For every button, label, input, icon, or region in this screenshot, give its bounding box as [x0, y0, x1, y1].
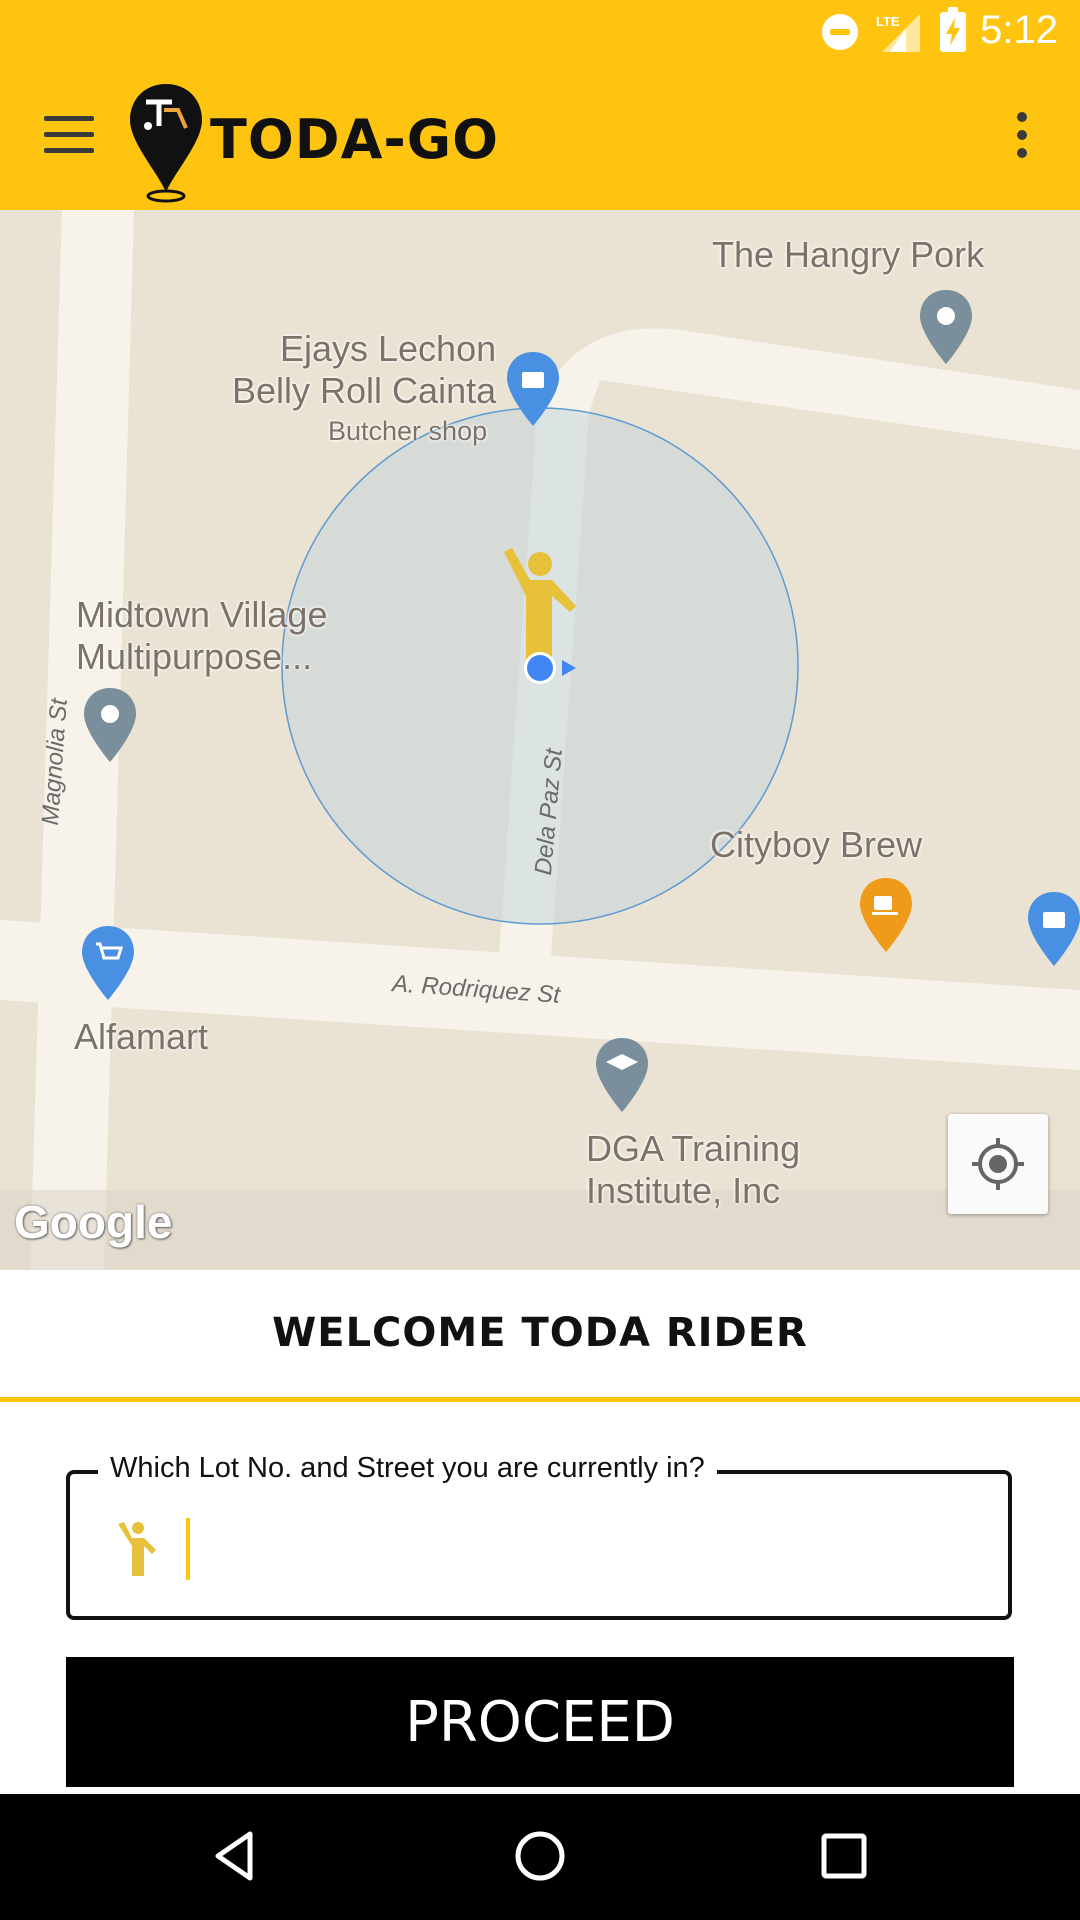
app-bar: LTE 5:12 TODA-GO — [0, 0, 1080, 210]
battery-charging-icon — [940, 7, 966, 52]
welcome-title: WELCOME TODA RIDER — [272, 1310, 808, 1356]
place-pin-icon[interactable] — [918, 288, 974, 368]
shopping-bag-pin-icon[interactable] — [505, 350, 561, 430]
status-time: 5:12 — [980, 8, 1058, 52]
lte-signal-icon: LTE — [876, 14, 920, 52]
divider — [0, 1397, 1080, 1402]
cafe-pin-icon[interactable] — [858, 876, 914, 956]
my-location-icon — [972, 1138, 1024, 1190]
system-nav-bar — [0, 1794, 1080, 1920]
back-icon[interactable] — [206, 1826, 266, 1886]
more-vert-icon[interactable] — [1012, 112, 1032, 162]
do-not-disturb-icon — [822, 14, 858, 50]
hamburger-icon[interactable] — [44, 116, 98, 156]
app-brand: TODA-GO — [210, 108, 499, 171]
cart-pin-icon[interactable] — [80, 924, 136, 1004]
rider-icon — [118, 1522, 156, 1576]
svg-text:LTE: LTE — [876, 14, 900, 29]
place-category-label: Butcher shop — [328, 416, 488, 446]
place-pin-icon[interactable] — [82, 686, 138, 766]
map-view[interactable]: The Hangry Pork Ejays Lechon Belly Roll … — [0, 210, 1080, 1270]
my-location-button[interactable] — [948, 1114, 1048, 1214]
status-bar: LTE 5:12 — [0, 0, 1080, 63]
place-label: Midtown Village Multipurpose... — [76, 594, 328, 677]
current-location-icon — [524, 652, 576, 684]
location-input-field[interactable]: Which Lot No. and Street you are current… — [66, 1452, 1012, 1620]
recents-icon[interactable] — [814, 1826, 874, 1886]
place-label: DGA Training Institute, Inc — [586, 1128, 801, 1211]
google-attribution: Google — [14, 1196, 173, 1248]
school-pin-icon[interactable] — [594, 1036, 650, 1116]
home-icon[interactable] — [510, 1826, 570, 1886]
location-input-label: Which Lot No. and Street you are current… — [98, 1452, 717, 1485]
proceed-button[interactable]: PROCEED — [66, 1657, 1014, 1787]
welcome-panel: WELCOME TODA RIDER — [0, 1270, 1080, 1400]
place-label: Alfamart — [74, 1016, 209, 1057]
shopping-bag-pin-icon[interactable] — [1026, 890, 1080, 970]
place-label: The Hangry Pork — [712, 234, 985, 275]
app-logo — [130, 84, 202, 203]
place-label: Ejays Lechon Belly Roll Cainta — [232, 328, 497, 411]
place-label: Cityboy Brew — [710, 824, 923, 865]
text-caret — [186, 1518, 190, 1580]
